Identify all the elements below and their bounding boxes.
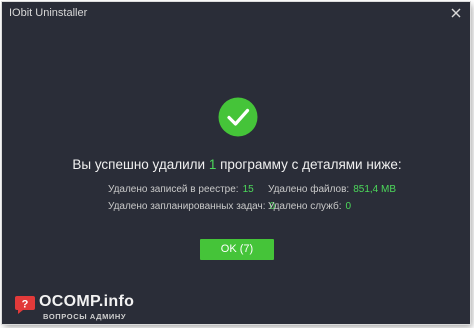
chat-question-icon: ? xyxy=(15,296,35,314)
success-message-prefix: Вы успешно удалили xyxy=(72,157,206,172)
stat-registry-value: 15 xyxy=(242,184,254,195)
checkmark-circle-icon xyxy=(218,97,258,137)
title-bar: IObit Uninstaller xyxy=(2,2,470,26)
success-message-suffix: программу с деталями ниже: xyxy=(220,157,402,172)
window-title: IObit Uninstaller xyxy=(9,7,88,19)
stat-services-label: Удалено служб: xyxy=(268,201,342,212)
close-icon xyxy=(451,8,461,18)
stat-files-label: Удалено файлов: xyxy=(268,184,350,195)
success-message: Вы успешно удалили 1 программу с деталям… xyxy=(2,157,470,172)
stat-registry-entries: Удалено записей в реестре: 15 xyxy=(108,184,254,195)
watermark-tagline: ВОПРОСЫ АДМИНУ xyxy=(43,312,127,321)
watermark-brand: OCOMP.info xyxy=(39,293,135,310)
stat-services-removed: Удалено служб: 0 xyxy=(268,201,351,212)
stat-tasks-label: Удалено запланированных задач: xyxy=(108,201,266,212)
close-button[interactable] xyxy=(448,5,464,21)
stat-registry-label: Удалено записей в реестре: xyxy=(108,184,239,195)
stat-services-value: 0 xyxy=(345,201,352,212)
stat-scheduled-tasks: Удалено запланированных задач: 0 xyxy=(108,201,275,212)
watermark-logo: ? OCOMP.info ВОПРОСЫ АДМИНУ xyxy=(14,291,174,323)
stat-files-value: 851,4 MB xyxy=(353,184,397,195)
removed-count: 1 xyxy=(208,157,217,172)
ok-button[interactable]: OK (7) xyxy=(200,239,274,260)
success-icon xyxy=(218,97,258,137)
uninstall-complete-dialog: IObit Uninstaller Вы успешно удалили 1 п… xyxy=(2,2,470,324)
svg-text:?: ? xyxy=(22,299,29,311)
stat-files-removed: Удалено файлов: 851,4 MB xyxy=(268,184,396,195)
